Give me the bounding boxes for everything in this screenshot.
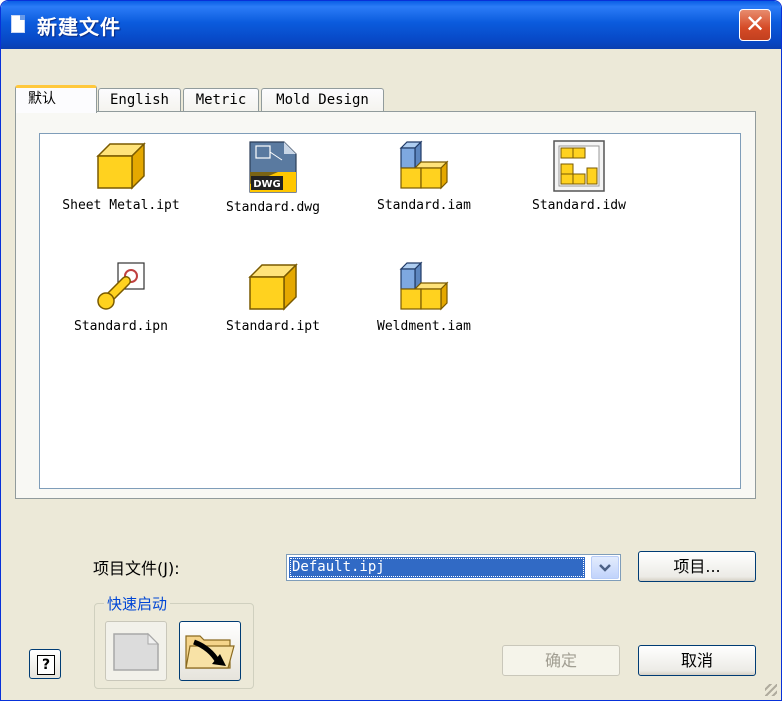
file-item-standard-ipn[interactable]: Standard.ipn xyxy=(46,261,196,361)
presentation-icon xyxy=(97,262,145,310)
open-folder-icon xyxy=(185,635,235,669)
file-item-standard-idw[interactable]: Standard.idw xyxy=(504,140,654,240)
blank-document-icon xyxy=(113,632,160,671)
file-item-standard-iam[interactable]: Standard.iam xyxy=(349,140,499,240)
document-icon xyxy=(11,15,25,33)
project-file-value: Default.ipj xyxy=(289,557,585,578)
tab-english[interactable]: English xyxy=(98,88,181,112)
file-label: Standard.dwg xyxy=(226,200,320,215)
part-cube-icon xyxy=(96,142,146,190)
quick-launch-title: 快速启动 xyxy=(104,593,171,614)
help-button[interactable]: ? xyxy=(29,649,61,679)
assembly-icon xyxy=(399,261,449,311)
file-label: Standard.ipn xyxy=(74,319,168,334)
file-item-standard-dwg[interactable]: DWG Standard.dwg xyxy=(198,140,348,240)
new-blank-button[interactable] xyxy=(105,621,167,681)
dwg-badge: DWG xyxy=(253,179,281,190)
tab-default[interactable]: 默认 xyxy=(15,85,97,113)
cancel-button[interactable]: 取消 xyxy=(638,645,756,676)
template-file-list: Sheet Metal.ipt DWG Standard.dwg Standar… xyxy=(39,133,741,489)
tab-metric[interactable]: Metric xyxy=(183,88,259,112)
file-item-weldment-iam[interactable]: Weldment.iam xyxy=(349,261,499,361)
idw-drawing-icon xyxy=(553,140,605,192)
file-label: Standard.idw xyxy=(532,198,626,213)
chevron-down-icon xyxy=(599,564,611,572)
file-label: Standard.ipt xyxy=(226,319,320,334)
file-label: Weldment.iam xyxy=(377,319,471,334)
project-button[interactable]: 项目... xyxy=(638,551,756,582)
file-item-sheet-metal-ipt[interactable]: Sheet Metal.ipt xyxy=(46,140,196,240)
part-cube-icon xyxy=(248,263,298,311)
dialog-title: 新建文件 xyxy=(37,15,121,39)
assembly-icon xyxy=(399,140,449,190)
file-label: Standard.iam xyxy=(377,198,471,213)
file-label: Sheet Metal.ipt xyxy=(62,198,180,213)
help-icon: ? xyxy=(37,655,55,675)
file-item-standard-ipt[interactable]: Standard.ipt xyxy=(198,261,348,361)
ok-button[interactable]: 确定 xyxy=(502,645,620,676)
project-file-label: 项目文件(J): xyxy=(93,559,180,578)
tab-mold-design[interactable]: Mold Design xyxy=(261,88,384,112)
dwg-drawing-icon: DWG xyxy=(249,141,297,193)
dropdown-button[interactable] xyxy=(591,556,619,579)
new-file-dialog: 新建文件 ✕ 默认 English Metric Mold Design She… xyxy=(0,0,782,701)
open-file-button[interactable] xyxy=(179,621,241,681)
project-file-select[interactable]: Default.ipj xyxy=(286,554,621,581)
close-button[interactable]: ✕ xyxy=(739,9,771,41)
title-bar[interactable]: 新建文件 ✕ xyxy=(1,1,781,49)
resize-grip[interactable] xyxy=(765,684,777,696)
